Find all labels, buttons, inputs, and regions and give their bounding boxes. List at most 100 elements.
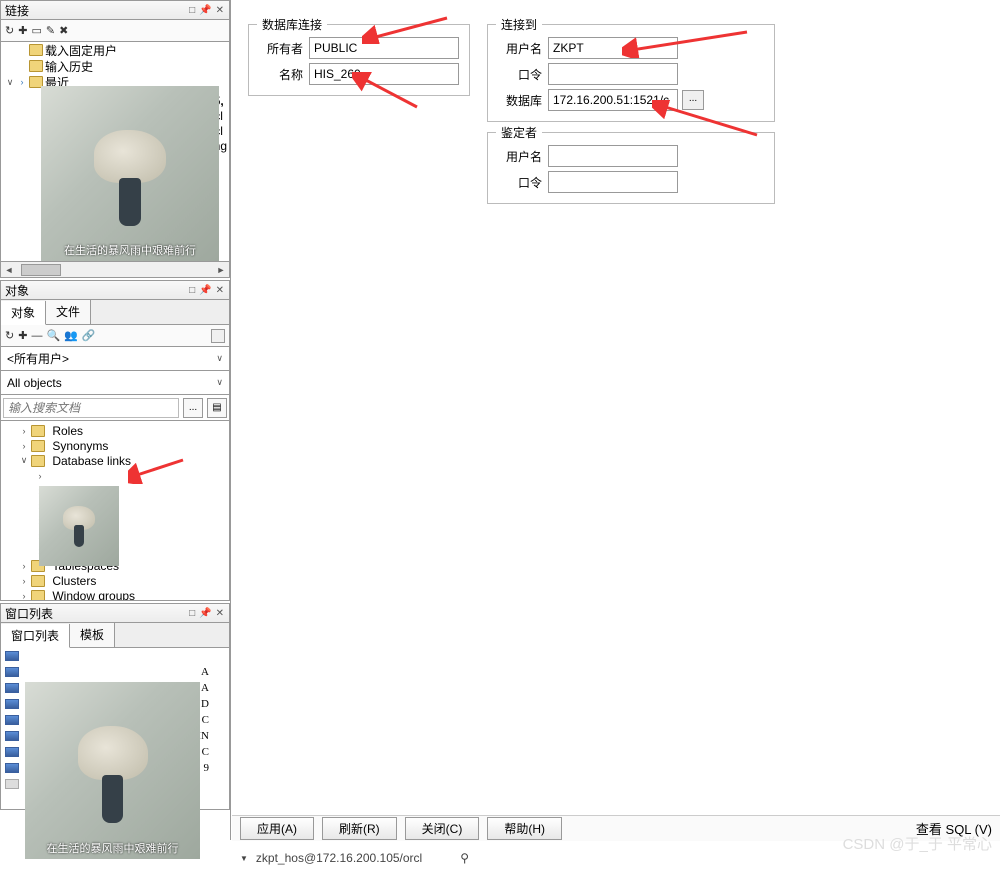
windowlist-header: 窗口列表 □ 📌 ✕ [0,603,230,623]
browse-db-button[interactable]: ... [682,90,704,110]
database-label: 数据库 [488,92,548,109]
group-legend: 鉴定者 [496,124,542,141]
name-input[interactable] [309,63,459,85]
pin-icon[interactable]: 📌 [198,608,212,619]
meme-overlay: 在生活的暴风雨中艰难前行 [25,682,200,859]
folder-icon [31,425,45,437]
auth-username-label: 用户名 [488,148,548,165]
tab-objects[interactable]: 对象 [1,301,46,325]
group-legend: 连接到 [496,16,542,33]
folder-icon [31,575,45,587]
folder-icon [29,44,43,56]
chevron-down-icon: ∨ [216,377,223,388]
username-input[interactable] [548,37,678,59]
rename-icon[interactable]: ✎ [46,24,55,37]
owner-input[interactable] [309,37,459,59]
auth-password-label: 口令 [488,174,548,191]
close-icon[interactable]: ✕ [215,5,225,16]
list-item[interactable]: A [1,664,229,680]
pin-icon[interactable]: 📌 [198,285,212,296]
database-input[interactable] [548,89,678,111]
tree-item-label[interactable]: 载入固定用户 [45,42,117,59]
folder-icon [31,440,45,452]
search-doc-button[interactable]: ▤ [207,398,227,418]
folder-icon[interactable]: ▭ [31,24,41,37]
close-icon[interactable]: ✕ [215,285,225,296]
objects-title: 对象 [5,282,188,299]
link-icon[interactable]: 🔗 [82,329,96,342]
expand-icon[interactable]: › [19,591,29,601]
window-icon [5,683,19,693]
connections-toolbar: ↻ ✚ ▭ ✎ ✖ [0,20,230,42]
tab-templates[interactable]: 模板 [70,623,115,647]
expand-icon[interactable]: › [19,576,29,586]
tree-item-label[interactable]: Window groups [52,589,135,602]
folder-icon [29,60,43,72]
window-icon [5,763,19,773]
window-icon [5,779,19,789]
auth-username-input[interactable] [548,145,678,167]
tree-item-label[interactable]: Roles [52,424,83,438]
apply-button[interactable]: 应用(A) [240,817,314,840]
owner-label: 所有者 [249,40,309,57]
password-label: 口令 [488,66,548,83]
auth-password-input[interactable] [548,171,678,193]
pin-status-icon: ⚲ [460,851,469,865]
name-label: 名称 [249,66,309,83]
windowlist-tabs: 窗口列表 模板 [0,623,230,648]
tab-windowlist[interactable]: 窗口列表 [1,624,70,648]
window-icon [5,667,19,677]
objects-header: 对象 □ 📌 ✕ [0,280,230,300]
password-input[interactable] [548,63,678,85]
meme-overlay [39,486,119,566]
username-label: 用户名 [488,40,548,57]
search-more-button[interactable]: ... [183,398,203,418]
close-button[interactable]: 关闭(C) [405,817,480,840]
authenticator-group: 鉴定者 用户名 口令 [487,132,775,204]
minus-icon[interactable]: — [31,330,42,342]
user-filter-dropdown[interactable]: <所有用户> ∨ [0,347,230,371]
pin-icon[interactable]: 📌 [198,5,212,16]
options-icon[interactable] [211,329,225,343]
dock-icon[interactable]: □ [188,285,196,296]
dock-icon[interactable]: □ [188,5,196,16]
object-filter-value: All objects [7,376,62,390]
windowlist-title: 窗口列表 [5,605,188,622]
window-icon [5,731,19,741]
objects-tabs: 对象 文件 [0,300,230,325]
search-input[interactable] [3,398,179,418]
refresh-icon[interactable]: ↻ [5,24,14,37]
expand-icon[interactable]: › [19,441,29,451]
close-icon[interactable]: ✕ [215,608,225,619]
window-icon [5,651,19,661]
users-icon[interactable]: 👥 [64,329,78,342]
collapse-icon[interactable]: ∨ [19,455,29,466]
connections-title: 链接 [5,2,188,19]
folder-icon [31,455,45,467]
bottom-button-bar: 应用(A) 刷新(R) 关闭(C) 帮助(H) 查看 SQL (V) [232,815,1000,841]
help-button[interactable]: 帮助(H) [487,817,562,840]
add-icon[interactable]: ✚ [18,24,27,37]
add-icon[interactable]: ✚ [18,329,27,342]
refresh-button[interactable]: 刷新(R) [322,817,397,840]
tree-item-label[interactable]: 输入历史 [45,58,93,75]
list-item[interactable] [1,648,229,664]
tab-files[interactable]: 文件 [46,300,91,324]
h-scrollbar[interactable]: ◄► [0,262,230,278]
tree-item-label[interactable]: Clusters [52,574,96,588]
chevron-down-icon: ∨ [216,353,223,364]
refresh-icon[interactable]: ↻ [5,329,14,342]
collapse-icon[interactable]: ∨ [5,77,15,88]
folder-icon [31,590,45,602]
tree-item-label[interactable]: Synonyms [52,439,108,453]
tree-item-label[interactable]: Database links [52,454,131,468]
dock-icon[interactable]: □ [188,608,196,619]
binoculars-icon[interactable]: 🔍 [46,329,60,342]
meme-overlay: 在生活的暴风雨中艰难前行 [41,86,219,261]
status-connection: zkpt_hos@172.16.200.105/orcl [256,851,422,865]
expand-icon[interactable]: › [19,561,29,571]
delete-icon[interactable]: ✖ [59,24,68,37]
expand-icon[interactable]: › [19,426,29,436]
object-filter-dropdown[interactable]: All objects ∨ [0,371,230,395]
view-sql-link[interactable]: 查看 SQL (V) [916,819,992,838]
